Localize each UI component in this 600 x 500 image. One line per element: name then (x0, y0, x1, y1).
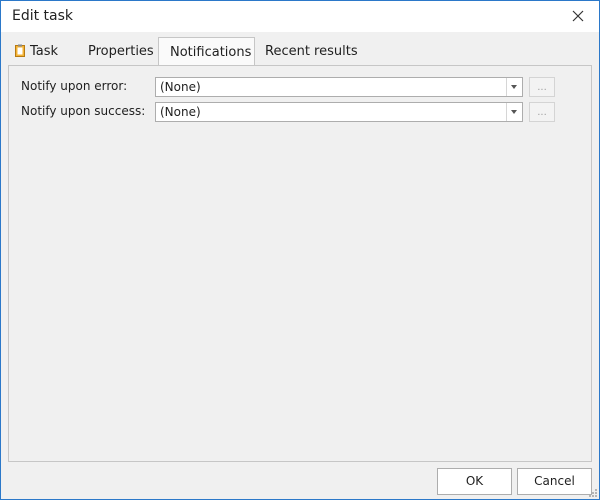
notify-success-value: (None) (160, 105, 201, 119)
title-bar: Edit task (1, 1, 599, 32)
tab-label: Task (30, 44, 59, 59)
tab-task[interactable]: Task (15, 39, 58, 65)
notify-success-browse-button[interactable]: ... (529, 102, 555, 122)
chevron-down-icon[interactable] (506, 103, 522, 121)
window-title: Edit task (12, 8, 74, 24)
resize-grip-icon[interactable] (589, 489, 597, 497)
notifications-panel: Notify upon error: (None) ... Notify upo… (8, 65, 592, 462)
notify-error-browse-button[interactable]: ... (529, 77, 555, 97)
chevron-down-icon[interactable] (506, 78, 522, 96)
tab-label: Recent results (265, 44, 358, 59)
edit-task-dialog: Edit task Task Properties Notifications … (0, 0, 600, 500)
cancel-button[interactable]: Cancel (517, 468, 592, 495)
notify-success-select[interactable]: (None) (155, 102, 523, 122)
tab-notifications[interactable]: Notifications (158, 37, 255, 66)
notify-error-label: Notify upon error: (21, 79, 128, 93)
ok-button[interactable]: OK (437, 468, 512, 495)
clipboard-icon (15, 44, 25, 57)
tab-strip: Task Properties Notifications Recent res… (1, 37, 599, 66)
tab-recent-results[interactable]: Recent results (265, 39, 358, 65)
tab-properties[interactable]: Properties (88, 39, 154, 65)
close-icon (572, 10, 584, 22)
tab-label: Notifications (170, 45, 252, 60)
notify-error-value: (None) (160, 80, 201, 94)
close-button[interactable] (569, 7, 587, 25)
notify-error-select[interactable]: (None) (155, 77, 523, 97)
tab-label: Properties (88, 44, 154, 59)
notify-success-label: Notify upon success: (21, 104, 146, 118)
